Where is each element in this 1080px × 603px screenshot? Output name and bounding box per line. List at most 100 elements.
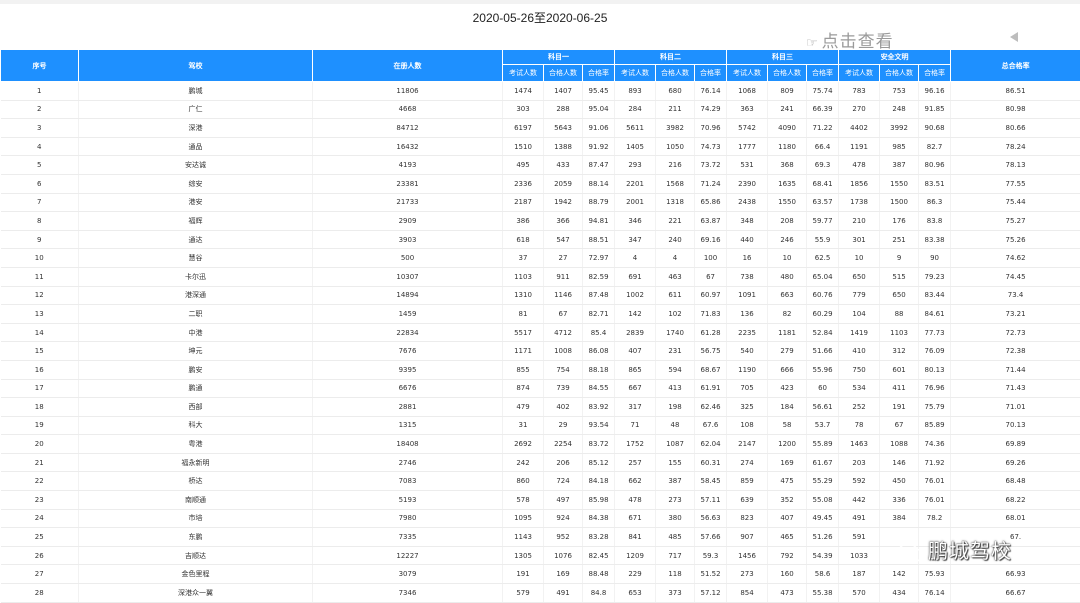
cell-no: 24 (1, 509, 79, 528)
cell-no: 10 (1, 249, 79, 268)
cell-s2-examinees: 841 (615, 528, 656, 547)
cell-safety-examinees: 478 (839, 156, 880, 175)
cell-s3-passed: 1180 (768, 137, 807, 156)
cell-s1-passed: 497 (544, 491, 583, 510)
cell-s1-examinees: 6197 (503, 119, 544, 138)
cell-s3-passed: 1635 (768, 174, 807, 193)
cell-no: 15 (1, 342, 79, 361)
cell-s2-passed: 102 (656, 305, 695, 324)
cell-safety-passed: 142 (880, 565, 919, 584)
cell-s3-passed: 82 (768, 305, 807, 324)
cell-s2-passed: 211 (656, 100, 695, 119)
cell-safety-passed: 1550 (880, 174, 919, 193)
cell-s2-examinees: 2001 (615, 193, 656, 212)
cell-s1-passed: 2059 (544, 174, 583, 193)
cell-total-rate: 71.01 (951, 398, 1080, 417)
cell-s2-examinees: 691 (615, 267, 656, 286)
cell-s1-examinees: 191 (503, 565, 544, 584)
cell-safety-rate: 77.73 (919, 323, 951, 342)
cell-s2-examinees: 346 (615, 212, 656, 231)
cell-school: 港深通 (79, 286, 313, 305)
cell-safety-passed: 191 (880, 398, 919, 417)
cell-s2-passed: 221 (656, 212, 695, 231)
cell-s1-examinees: 618 (503, 230, 544, 249)
cell-s1-rate: 88.79 (583, 193, 615, 212)
cell-total-rate: 71.43 (951, 379, 1080, 398)
cell-safety-passed: 312 (880, 342, 919, 361)
cell-s3-passed: 4090 (768, 119, 807, 138)
cell-s1-passed: 5643 (544, 119, 583, 138)
cell-s1-rate: 88.14 (583, 174, 615, 193)
cell-safety-rate: 80.13 (919, 360, 951, 379)
cell-s1-rate: 88.18 (583, 360, 615, 379)
cell-s3-rate: 56.61 (807, 398, 839, 417)
cell-school: 综安 (79, 174, 313, 193)
cell-s1-passed: 491 (544, 584, 583, 603)
cell-s1-rate: 83.92 (583, 398, 615, 417)
cell-s2-passed: 118 (656, 565, 695, 584)
cell-s3-passed: 473 (768, 584, 807, 603)
cell-s2-passed: 680 (656, 82, 695, 101)
cell-s2-passed: 155 (656, 453, 695, 472)
cell-safety-passed: 88 (880, 305, 919, 324)
cell-safety-examinees: 779 (839, 286, 880, 305)
cell-no: 9 (1, 230, 79, 249)
cell-s2-passed: 231 (656, 342, 695, 361)
cell-s3-examinees: 1190 (727, 360, 768, 379)
cell-safety-examinees: 1419 (839, 323, 880, 342)
cell-no: 7 (1, 193, 79, 212)
cell-total-rate: 78.13 (951, 156, 1080, 175)
cell-s1-rate: 84.8 (583, 584, 615, 603)
cell-total-rate: 75.44 (951, 193, 1080, 212)
cell-total-rate: 73.4 (951, 286, 1080, 305)
cell-s1-rate: 82.59 (583, 267, 615, 286)
cell-s3-rate: 66.4 (807, 137, 839, 156)
cell-no: 27 (1, 565, 79, 584)
cell-s3-examinees: 823 (727, 509, 768, 528)
cell-s3-examinees: 705 (727, 379, 768, 398)
cell-s3-examinees: 639 (727, 491, 768, 510)
cell-school: 科大 (79, 416, 313, 435)
cell-school: 通达 (79, 230, 313, 249)
cell-s1-passed: 433 (544, 156, 583, 175)
cell-s2-passed: 216 (656, 156, 695, 175)
cell-s2-passed: 240 (656, 230, 695, 249)
table-row: 2广仁466830328895.0428421174.2936324166.39… (1, 100, 1080, 119)
cell-safety-passed: 985 (880, 137, 919, 156)
table-row: 19科大1315312993.54714867.61085853.7786785… (1, 416, 1080, 435)
table-row: 7港安217332187194288.792001131865.86243815… (1, 193, 1080, 212)
cell-s2-rate: 70.96 (695, 119, 727, 138)
cell-s2-rate: 56.63 (695, 509, 727, 528)
cell-s1-rate: 84.38 (583, 509, 615, 528)
cell-enrolled: 500 (313, 249, 503, 268)
cell-enrolled: 14894 (313, 286, 503, 305)
cell-s1-passed: 739 (544, 379, 583, 398)
cell-s1-examinees: 2692 (503, 435, 544, 454)
cell-s3-examinees: 2147 (727, 435, 768, 454)
cell-safety-examinees: 410 (839, 342, 880, 361)
cell-school: 鹏通 (79, 379, 313, 398)
cell-s1-examinees: 578 (503, 491, 544, 510)
cell-enrolled: 23381 (313, 174, 503, 193)
collapse-arrow-icon[interactable] (1010, 32, 1018, 42)
cell-safety-rate: 76.09 (919, 342, 951, 361)
cell-safety-passed: 601 (880, 360, 919, 379)
cell-s2-examinees: 667 (615, 379, 656, 398)
cell-s3-passed: 480 (768, 267, 807, 286)
cell-s1-examinees: 386 (503, 212, 544, 231)
cell-no: 21 (1, 453, 79, 472)
table-row: 27金色里程307919116988.4822911851.5227316058… (1, 565, 1080, 584)
cell-s1-passed: 288 (544, 100, 583, 119)
cell-no: 12 (1, 286, 79, 305)
cell-no: 1 (1, 82, 79, 101)
cell-s3-passed: 58 (768, 416, 807, 435)
cell-s1-examinees: 1510 (503, 137, 544, 156)
table-row: 10慧谷500372772.9744100161062.51099074.62 (1, 249, 1080, 268)
cell-s1-rate: 91.06 (583, 119, 615, 138)
cell-enrolled: 9395 (313, 360, 503, 379)
cell-s3-rate: 51.66 (807, 342, 839, 361)
table-body: 1鹏城118061474140795.4589368076.1410688097… (1, 82, 1080, 603)
cell-school: 卡尔迅 (79, 267, 313, 286)
cell-s1-rate: 93.54 (583, 416, 615, 435)
cell-s3-passed: 666 (768, 360, 807, 379)
